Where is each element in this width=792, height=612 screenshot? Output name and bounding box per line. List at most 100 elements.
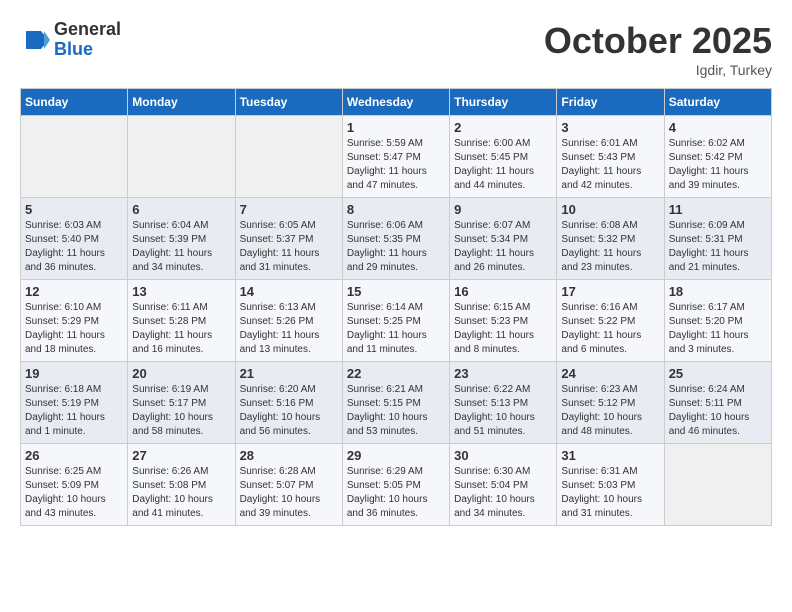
calendar-day-cell: 2Sunrise: 6:00 AM Sunset: 5:45 PM Daylig… (450, 116, 557, 198)
day-number: 13 (132, 284, 230, 299)
calendar-day-cell: 20 Sunrise: 6:19 AM Sunset: 5:17 PM Dayli… (128, 362, 235, 444)
calendar-day-cell: 11Sunrise: 6:09 AM Sunset: 5:31 PM Dayli… (664, 198, 771, 280)
day-number: 30 (454, 448, 552, 463)
day-number: 16 (454, 284, 552, 299)
calendar-header-row: SundayMondayTuesdayWednesdayThursdayFrid… (21, 89, 772, 116)
title-block: October 2025 Igdir, Turkey (544, 20, 772, 78)
calendar-day-cell: 6Sunrise: 6:04 AM Sunset: 5:39 PM Daylig… (128, 198, 235, 280)
calendar-day-cell: 23 Sunrise: 6:22 AM Sunset: 5:13 PM Dayli… (450, 362, 557, 444)
day-number: 10 (561, 202, 659, 217)
calendar-day-cell: 1 Sunrise: 5:59 AM Sunset: 5:47 PM Daylig… (342, 116, 449, 198)
calendar-day-cell: 7Sunrise: 6:05 AM Sunset: 5:37 PM Daylig… (235, 198, 342, 280)
day-info: Sunrise: 6:13 AM Sunset: 5:26 PM Dayligh… (240, 301, 338, 357)
day-info: Sunrise: 6:11 AM Sunset: 5:28 PM Dayligh… (132, 301, 230, 357)
calendar-week-row: 5 Sunrise: 6:03 AM Sunset: 5:40 PM Daylig… (21, 198, 772, 280)
day-info: Sunrise: 6:22 AM Sunset: 5:13 PM Dayligh… (454, 383, 552, 439)
day-number: 28 (240, 448, 338, 463)
day-number: 4 (669, 120, 767, 135)
day-info: Sunrise: 6:23 AM Sunset: 5:12 PM Dayligh… (561, 383, 659, 439)
day-number: 3 (561, 120, 659, 135)
calendar-day-cell: 16 Sunrise: 6:15 AM Sunset: 5:23 PM Dayli… (450, 280, 557, 362)
day-number: 5 (25, 202, 123, 217)
day-number: 6 (132, 202, 230, 217)
calendar-day-cell: 8Sunrise: 6:06 AM Sunset: 5:35 PM Daylig… (342, 198, 449, 280)
calendar-day-cell: 22 Sunrise: 6:21 AM Sunset: 5:15 PM Dayli… (342, 362, 449, 444)
calendar-day-cell: 31Sunrise: 6:31 AM Sunset: 5:03 PM Dayli… (557, 444, 664, 526)
day-info: Sunrise: 6:29 AM Sunset: 5:05 PM Dayligh… (347, 465, 445, 521)
calendar-day-cell: 5 Sunrise: 6:03 AM Sunset: 5:40 PM Daylig… (21, 198, 128, 280)
day-number: 29 (347, 448, 445, 463)
calendar-day-cell: 30 Sunrise: 6:30 AM Sunset: 5:04 PM Dayli… (450, 444, 557, 526)
calendar-day-cell: 27 Sunrise: 6:26 AM Sunset: 5:08 PM Dayli… (128, 444, 235, 526)
day-header: Tuesday (235, 89, 342, 116)
calendar-week-row: 12Sunrise: 6:10 AM Sunset: 5:29 PM Dayli… (21, 280, 772, 362)
calendar-table: SundayMondayTuesdayWednesdayThursdayFrid… (20, 88, 772, 526)
calendar-day-cell (664, 444, 771, 526)
calendar-day-cell: 25 Sunrise: 6:24 AM Sunset: 5:11 PM Dayli… (664, 362, 771, 444)
logo-icon (20, 25, 50, 55)
month-title: October 2025 (544, 20, 772, 62)
day-number: 24 (561, 366, 659, 381)
day-number: 25 (669, 366, 767, 381)
day-header: Sunday (21, 89, 128, 116)
day-number: 19 (25, 366, 123, 381)
calendar-day-cell: 19 Sunrise: 6:18 AM Sunset: 5:19 PM Dayli… (21, 362, 128, 444)
day-info: Sunrise: 5:59 AM Sunset: 5:47 PM Dayligh… (347, 137, 445, 193)
day-number: 17 (561, 284, 659, 299)
day-info: Sunrise: 6:28 AM Sunset: 5:07 PM Dayligh… (240, 465, 338, 521)
calendar-day-cell: 10 Sunrise: 6:08 AM Sunset: 5:32 PM Dayli… (557, 198, 664, 280)
day-info: Sunrise: 6:06 AM Sunset: 5:35 PM Dayligh… (347, 219, 445, 275)
day-info: Sunrise: 6:15 AM Sunset: 5:23 PM Dayligh… (454, 301, 552, 357)
day-info: Sunrise: 6:09 AM Sunset: 5:31 PM Dayligh… (669, 219, 767, 275)
day-info: Sunrise: 6:20 AM Sunset: 5:16 PM Dayligh… (240, 383, 338, 439)
day-number: 14 (240, 284, 338, 299)
day-number: 9 (454, 202, 552, 217)
day-info: Sunrise: 6:14 AM Sunset: 5:25 PM Dayligh… (347, 301, 445, 357)
day-number: 22 (347, 366, 445, 381)
day-header: Saturday (664, 89, 771, 116)
day-info: Sunrise: 6:30 AM Sunset: 5:04 PM Dayligh… (454, 465, 552, 521)
calendar-week-row: 1 Sunrise: 5:59 AM Sunset: 5:47 PM Daylig… (21, 116, 772, 198)
day-number: 1 (347, 120, 445, 135)
day-number: 7 (240, 202, 338, 217)
day-number: 23 (454, 366, 552, 381)
day-info: Sunrise: 6:18 AM Sunset: 5:19 PM Dayligh… (25, 383, 123, 439)
day-info: Sunrise: 6:17 AM Sunset: 5:20 PM Dayligh… (669, 301, 767, 357)
calendar-week-row: 19 Sunrise: 6:18 AM Sunset: 5:19 PM Dayli… (21, 362, 772, 444)
calendar-day-cell: 9 Sunrise: 6:07 AM Sunset: 5:34 PM Daylig… (450, 198, 557, 280)
logo-general-text: General (54, 20, 121, 40)
day-info: Sunrise: 6:02 AM Sunset: 5:42 PM Dayligh… (669, 137, 767, 193)
calendar-day-cell: 3 Sunrise: 6:01 AM Sunset: 5:43 PM Daylig… (557, 116, 664, 198)
day-info: Sunrise: 6:01 AM Sunset: 5:43 PM Dayligh… (561, 137, 659, 193)
logo-blue-text: Blue (54, 40, 121, 60)
day-info: Sunrise: 6:16 AM Sunset: 5:22 PM Dayligh… (561, 301, 659, 357)
day-info: Sunrise: 6:26 AM Sunset: 5:08 PM Dayligh… (132, 465, 230, 521)
day-header: Friday (557, 89, 664, 116)
day-info: Sunrise: 6:10 AM Sunset: 5:29 PM Dayligh… (25, 301, 123, 357)
day-number: 20 (132, 366, 230, 381)
calendar-day-cell: 21Sunrise: 6:20 AM Sunset: 5:16 PM Dayli… (235, 362, 342, 444)
calendar-day-cell: 13 Sunrise: 6:11 AM Sunset: 5:28 PM Dayli… (128, 280, 235, 362)
calendar-day-cell: 28 Sunrise: 6:28 AM Sunset: 5:07 PM Dayli… (235, 444, 342, 526)
day-info: Sunrise: 6:21 AM Sunset: 5:15 PM Dayligh… (347, 383, 445, 439)
location: Igdir, Turkey (544, 62, 772, 78)
calendar-day-cell: 4 Sunrise: 6:02 AM Sunset: 5:42 PM Daylig… (664, 116, 771, 198)
day-header: Thursday (450, 89, 557, 116)
day-info: Sunrise: 6:03 AM Sunset: 5:40 PM Dayligh… (25, 219, 123, 275)
day-info: Sunrise: 6:19 AM Sunset: 5:17 PM Dayligh… (132, 383, 230, 439)
day-info: Sunrise: 6:07 AM Sunset: 5:34 PM Dayligh… (454, 219, 552, 275)
day-info: Sunrise: 6:00 AM Sunset: 5:45 PM Dayligh… (454, 137, 552, 193)
day-number: 27 (132, 448, 230, 463)
calendar-day-cell: 12Sunrise: 6:10 AM Sunset: 5:29 PM Dayli… (21, 280, 128, 362)
day-number: 26 (25, 448, 123, 463)
calendar-day-cell: 17 Sunrise: 6:16 AM Sunset: 5:22 PM Dayli… (557, 280, 664, 362)
day-header: Wednesday (342, 89, 449, 116)
logo: General Blue (20, 20, 121, 60)
calendar-day-cell: 26Sunrise: 6:25 AM Sunset: 5:09 PM Dayli… (21, 444, 128, 526)
calendar-day-cell (21, 116, 128, 198)
day-number: 18 (669, 284, 767, 299)
day-info: Sunrise: 6:08 AM Sunset: 5:32 PM Dayligh… (561, 219, 659, 275)
calendar-day-cell: 24 Sunrise: 6:23 AM Sunset: 5:12 PM Dayli… (557, 362, 664, 444)
calendar-day-cell (235, 116, 342, 198)
day-info: Sunrise: 6:24 AM Sunset: 5:11 PM Dayligh… (669, 383, 767, 439)
